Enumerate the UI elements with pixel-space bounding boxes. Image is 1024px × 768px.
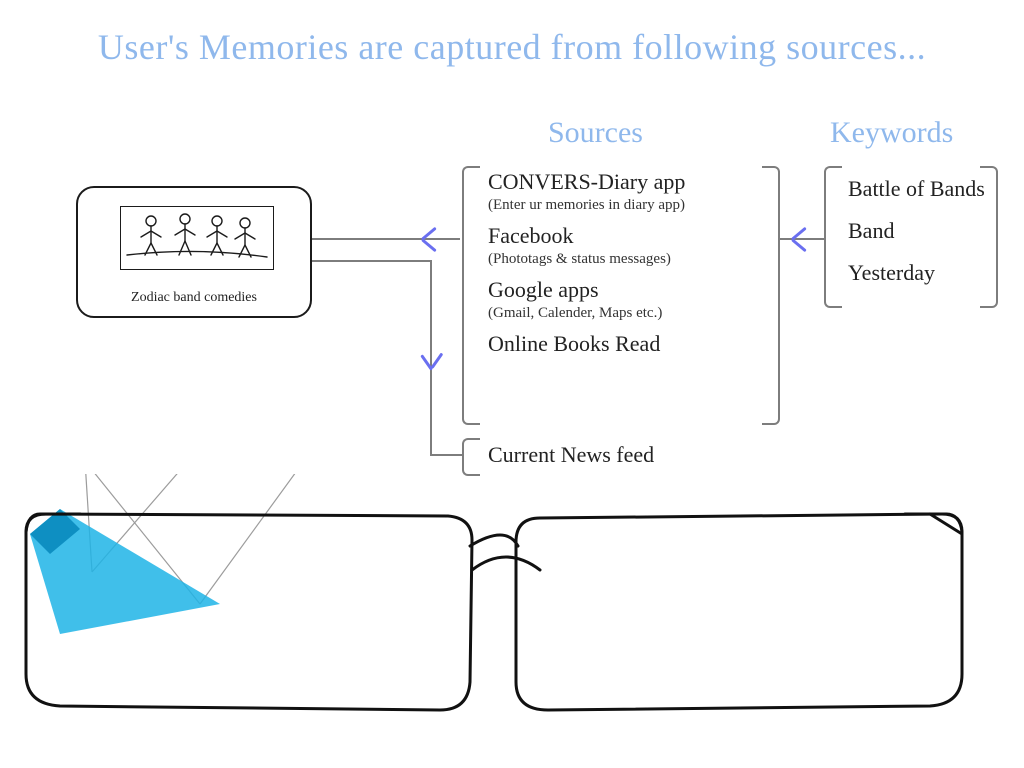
keyword-item: Band: [848, 210, 985, 252]
source-sub: (Phototags & status messages): [488, 250, 758, 268]
sources-header: Sources: [548, 116, 643, 150]
keywords-header: Keywords: [830, 116, 953, 150]
source-main: Google apps: [488, 276, 758, 304]
bracket-news-left: [462, 438, 480, 476]
keywords-list: Battle of Bands Band Yesterday: [848, 168, 985, 294]
source-sub: (Enter ur memories in diary app): [488, 196, 758, 214]
bracket-keywords-left: [824, 166, 842, 308]
keyword-item: Yesterday: [848, 252, 985, 294]
list-item: CONVERS-Diary app (Enter ur memories in …: [488, 168, 758, 214]
projection-caption: Zodiac band comedies: [78, 290, 310, 306]
projection-image: [120, 206, 274, 270]
diagram-stage: User's Memories are captured from follow…: [0, 0, 1024, 768]
list-item: Facebook (Phototags & status messages): [488, 222, 758, 268]
page-title: User's Memories are captured from follow…: [0, 26, 1024, 68]
connector-news-h1: [430, 454, 462, 456]
list-item: Online Books Read: [488, 330, 758, 358]
bracket-sources-right: [762, 166, 780, 425]
news-feed-item: Current News feed: [488, 442, 654, 468]
bracket-sources-left: [462, 166, 480, 425]
arrow-left-icon: [420, 228, 442, 258]
connector-news-h2: [312, 260, 432, 262]
sources-list: CONVERS-Diary app (Enter ur memories in …: [488, 168, 758, 366]
arrow-left-icon: [790, 228, 812, 258]
projector-lens-icon: [30, 509, 220, 634]
arrow-up-icon: [420, 348, 450, 370]
list-item: Google apps (Gmail, Calender, Maps etc.): [488, 276, 758, 322]
source-main: CONVERS-Diary app: [488, 168, 758, 196]
source-main: Online Books Read: [488, 330, 758, 358]
keyword-item: Battle of Bands: [848, 168, 985, 210]
source-sub: (Gmail, Calender, Maps etc.): [488, 304, 758, 322]
stick-figures-icon: [121, 207, 273, 269]
source-main: Facebook: [488, 222, 758, 250]
smart-glasses-illustration: [0, 474, 1024, 768]
projection-card: Zodiac band comedies: [76, 186, 312, 318]
